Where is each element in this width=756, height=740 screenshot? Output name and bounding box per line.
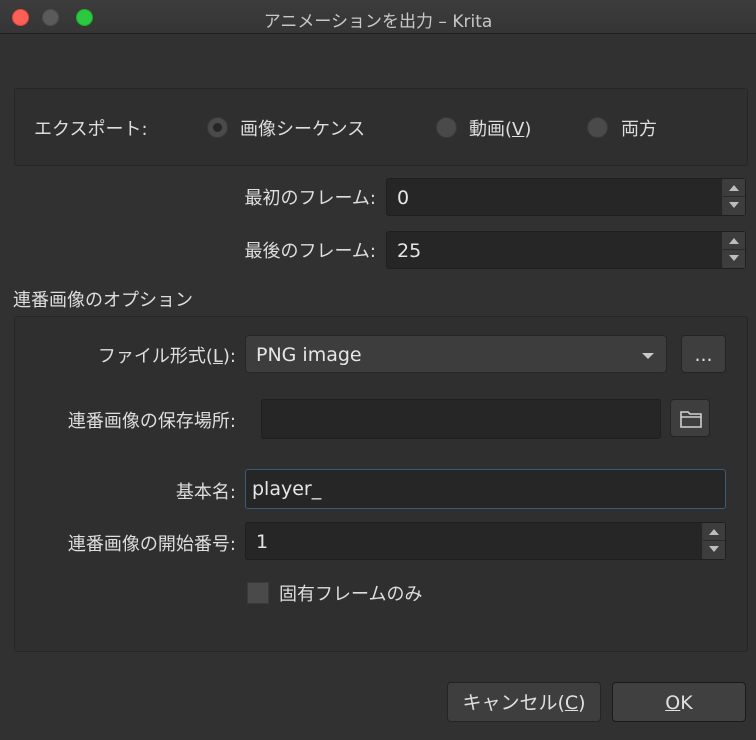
ok-button[interactable]: OK — [612, 682, 746, 722]
last-frame-stepper[interactable] — [722, 232, 745, 268]
radio-video-label-close: ) — [524, 119, 532, 140]
unique-frames-checkbox[interactable] — [247, 582, 269, 604]
start-number-value: 1 — [256, 531, 269, 553]
basename-label: 基本名: — [175, 482, 236, 503]
folder-icon — [680, 411, 702, 428]
first-frame-down-icon[interactable] — [723, 197, 745, 215]
cancel-label: キャンセル( — [462, 692, 565, 714]
ok-mnemonic: O — [665, 692, 681, 714]
location-field[interactable] — [261, 399, 661, 439]
last-frame-spinbox[interactable]: 25 — [386, 231, 746, 269]
radio-video-mnemonic: V — [512, 119, 525, 140]
radio-video-label-text: 動画( — [469, 119, 513, 140]
radio-video[interactable] — [436, 117, 457, 138]
radio-both[interactable] — [587, 117, 608, 138]
unique-frames-label[interactable]: 固有フレームのみ — [279, 580, 422, 606]
window-title: アニメーションを出力 – Krita — [263, 12, 493, 32]
radio-image-sequence-label[interactable]: 画像シーケンス — [240, 115, 365, 141]
export-group: エクスポート: 画像シーケンス 動画(V) 両方 — [14, 88, 748, 166]
last-frame-up-icon[interactable] — [723, 232, 745, 250]
file-format-select[interactable]: PNG image — [245, 335, 667, 373]
basename-field[interactable]: player_ — [245, 469, 726, 509]
last-frame-value: 25 — [397, 240, 422, 262]
ok-label: K — [680, 692, 693, 714]
file-format-options-button[interactable]: ... — [681, 335, 726, 373]
export-label: エクスポート: — [34, 119, 148, 140]
last-frame-down-icon[interactable] — [723, 250, 745, 268]
first-frame-stepper[interactable] — [722, 179, 745, 215]
sequence-options-title: 連番画像のオプション — [13, 290, 193, 311]
file-format-mnemonic: L — [212, 346, 223, 367]
cancel-mnemonic: C — [564, 692, 579, 714]
radio-image-sequence[interactable] — [207, 117, 228, 138]
title-bar: アニメーションを出力 – Krita — [0, 0, 756, 34]
browse-folder-button[interactable] — [670, 399, 710, 437]
file-format-label-text: ファイル形式( — [97, 346, 213, 367]
first-frame-up-icon[interactable] — [723, 179, 745, 197]
radio-both-label[interactable]: 両方 — [621, 115, 657, 141]
start-number-down-icon[interactable] — [703, 541, 725, 559]
cancel-button[interactable]: キャンセル(C) — [447, 682, 601, 722]
last-frame-label: 最後のフレーム: — [244, 241, 376, 262]
first-frame-spinbox[interactable]: 0 — [386, 178, 746, 216]
file-format-label-close: ): — [222, 346, 236, 367]
start-number-stepper[interactable] — [702, 523, 725, 559]
file-format-value: PNG image — [256, 344, 362, 366]
start-number-up-icon[interactable] — [703, 523, 725, 541]
cancel-label-close: ) — [578, 692, 586, 714]
file-format-label: ファイル形式(L): — [20, 342, 236, 368]
chevron-down-icon — [642, 353, 654, 359]
radio-video-label[interactable]: 動画(V) — [469, 115, 531, 141]
basename-value: player_ — [252, 478, 322, 500]
start-number-label: 連番画像の開始番号: — [67, 534, 236, 555]
start-number-spinbox[interactable]: 1 — [245, 522, 726, 560]
first-frame-label: 最初のフレーム: — [244, 188, 376, 209]
first-frame-value: 0 — [397, 187, 410, 209]
location-label: 連番画像の保存場所: — [67, 411, 236, 432]
